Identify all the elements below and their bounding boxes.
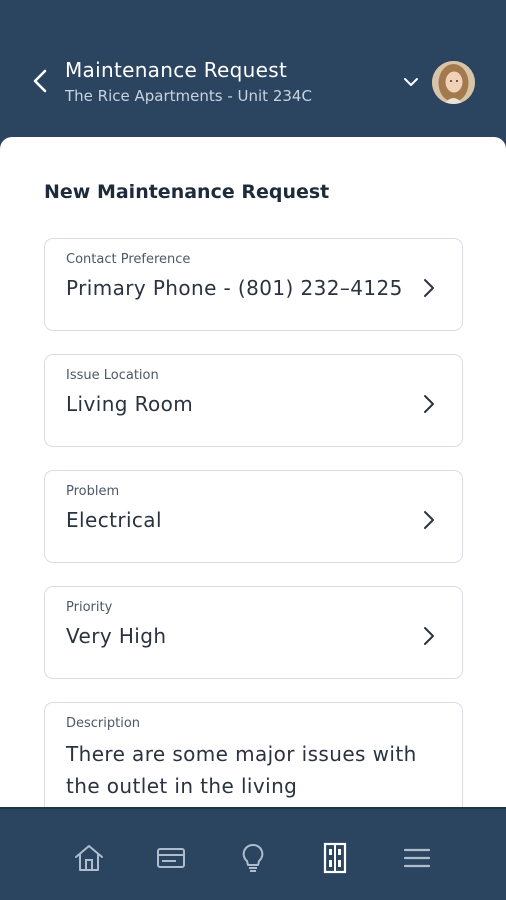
- field-label: Description: [66, 716, 141, 731]
- nav-maintenance[interactable]: [318, 841, 352, 875]
- field-value: Electrical: [66, 508, 162, 532]
- nav-home[interactable]: [72, 841, 106, 875]
- chevron-right-icon: [422, 508, 436, 532]
- property-switcher-button[interactable]: [400, 72, 422, 92]
- field-label: Issue Location: [66, 368, 159, 383]
- door-icon: [323, 842, 347, 874]
- lightbulb-icon: [242, 843, 264, 872]
- bottom-nav: [0, 807, 506, 900]
- payment-card-icon: [157, 848, 185, 868]
- field-value: Living Room: [66, 392, 194, 416]
- avatar[interactable]: [432, 61, 475, 104]
- chevron-right-icon: [422, 276, 436, 300]
- field-value: Primary Phone - (801) 232–4125: [66, 276, 403, 300]
- nav-menu[interactable]: [400, 841, 434, 875]
- field-label: Priority: [66, 600, 113, 615]
- description-text[interactable]: There are some major issues with the out…: [66, 738, 426, 802]
- chevron-left-icon: [33, 69, 47, 93]
- app-header: Maintenance Request The Rice Apartments …: [0, 0, 506, 130]
- field-label: Problem: [66, 484, 120, 499]
- back-button[interactable]: [28, 66, 52, 96]
- user-photo-icon: [432, 61, 475, 104]
- chevron-right-icon: [422, 624, 436, 648]
- nav-payments[interactable]: [154, 841, 188, 875]
- description-field[interactable]: Description There are some major issues …: [44, 702, 463, 822]
- request-form-sheet: New Maintenance Request Contact Preferen…: [0, 137, 506, 822]
- chevron-down-icon: [404, 78, 418, 86]
- home-icon: [75, 845, 103, 871]
- form-title: New Maintenance Request: [44, 181, 330, 203]
- contact-preference-field[interactable]: Contact Preference Primary Phone - (801)…: [44, 238, 463, 331]
- field-label: Contact Preference: [66, 252, 191, 267]
- menu-icon: [403, 848, 431, 868]
- problem-field[interactable]: Problem Electrical: [44, 470, 463, 563]
- field-value: Very High: [66, 624, 167, 648]
- nav-utilities[interactable]: [236, 841, 270, 875]
- chevron-right-icon: [422, 392, 436, 416]
- issue-location-field[interactable]: Issue Location Living Room: [44, 354, 463, 447]
- page-title: Maintenance Request: [65, 58, 288, 82]
- property-subtitle: The Rice Apartments - Unit 234C: [65, 87, 312, 105]
- priority-field[interactable]: Priority Very High: [44, 586, 463, 679]
